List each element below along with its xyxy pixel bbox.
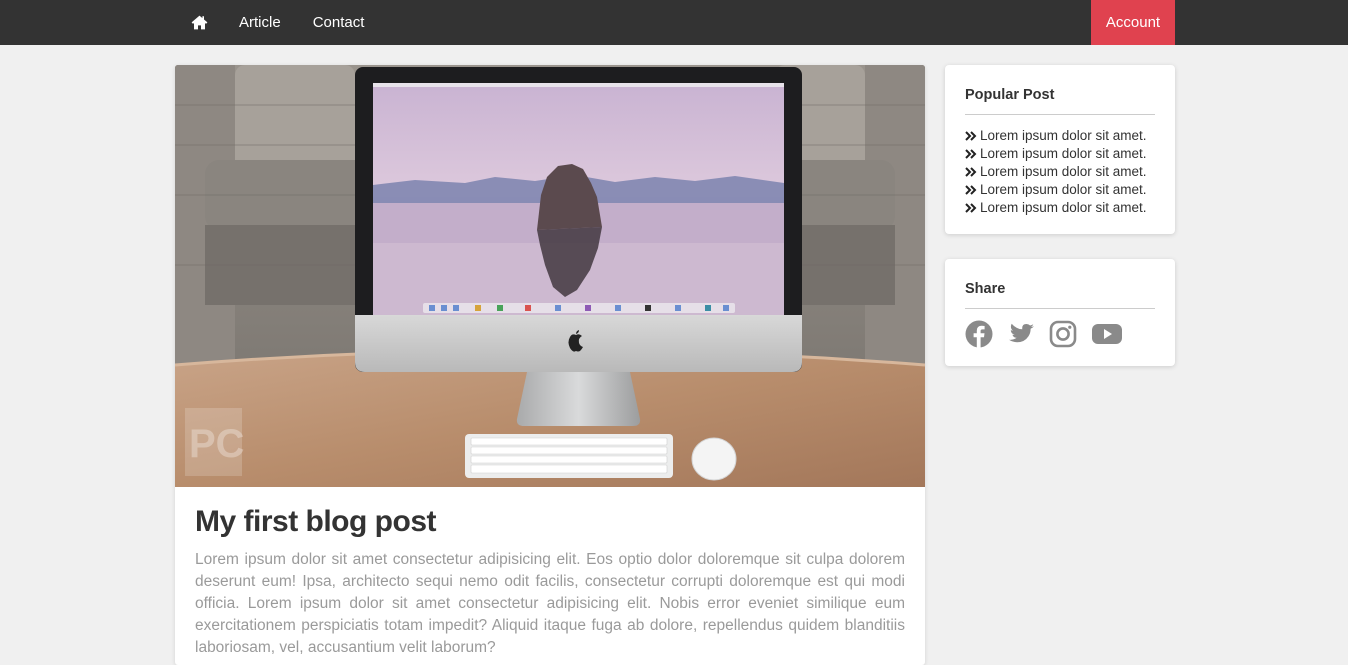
double-chevron-right-icon [965, 203, 977, 213]
share-title: Share [965, 279, 1155, 309]
blog-post-card: PC My first blog post Lorem ipsum dolor … [175, 65, 925, 665]
post-body: My first blog post Lorem ipsum dolor sit… [175, 487, 925, 659]
post-hero-image: PC [175, 65, 925, 487]
navbar-inner: Article Contact Account [175, 0, 1175, 45]
post-title: My first blog post [195, 505, 437, 538]
popular-post-item[interactable]: Lorem ipsum dolor sit amet. [965, 181, 1155, 199]
share-icons [965, 320, 1155, 348]
instagram-icon[interactable] [1049, 320, 1077, 348]
popular-post-card: Popular Post Lorem ipsum dolor sit amet.… [945, 65, 1175, 234]
top-navbar: Article Contact Account [0, 0, 1348, 45]
facebook-icon[interactable] [965, 320, 993, 348]
home-icon [191, 15, 207, 30]
account-button[interactable]: Account [1091, 0, 1175, 45]
popular-post-item-label: Lorem ipsum dolor sit amet. [980, 146, 1147, 161]
home-button[interactable] [175, 0, 223, 45]
popular-post-item-label: Lorem ipsum dolor sit amet. [980, 164, 1147, 179]
youtube-icon[interactable] [1091, 320, 1122, 348]
popular-post-item[interactable]: Lorem ipsum dolor sit amet. [965, 199, 1155, 217]
nav-link-article[interactable]: Article [223, 0, 297, 45]
popular-post-item-label: Lorem ipsum dolor sit amet. [980, 182, 1147, 197]
double-chevron-right-icon [965, 131, 977, 141]
popular-post-item[interactable]: Lorem ipsum dolor sit amet. [965, 163, 1155, 181]
popular-post-item[interactable]: Lorem ipsum dolor sit amet. [965, 145, 1155, 163]
popular-post-item[interactable]: Lorem ipsum dolor sit amet. [965, 127, 1155, 145]
nav-link-contact[interactable]: Contact [297, 0, 381, 45]
popular-post-item-label: Lorem ipsum dolor sit amet. [980, 128, 1147, 143]
popular-post-list: Lorem ipsum dolor sit amet. Lorem ipsum … [965, 127, 1155, 217]
double-chevron-right-icon [965, 149, 977, 159]
double-chevron-right-icon [965, 185, 977, 195]
double-chevron-right-icon [965, 167, 977, 177]
share-card: Share [945, 259, 1175, 366]
svg-text:PC: PC [189, 422, 245, 466]
twitter-icon[interactable] [1007, 320, 1035, 348]
popular-post-item-label: Lorem ipsum dolor sit amet. [980, 200, 1147, 215]
popular-post-title: Popular Post [965, 85, 1155, 115]
post-text: Lorem ipsum dolor sit amet consectetur a… [195, 551, 905, 656]
